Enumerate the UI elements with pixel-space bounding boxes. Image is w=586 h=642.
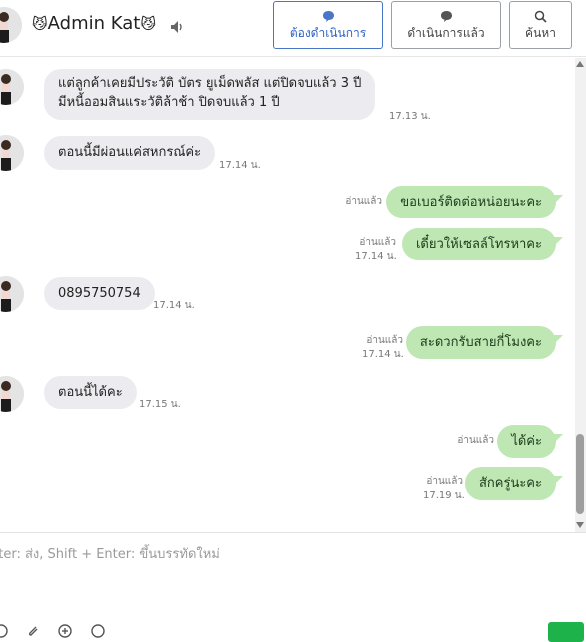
search-label: ค้นหา bbox=[525, 26, 556, 40]
paperclip-icon[interactable] bbox=[26, 623, 40, 642]
message-time: 17.14 น. bbox=[355, 251, 397, 262]
message-time: 17.14 น. bbox=[362, 349, 404, 360]
message-text-line-1: แต่ลูกค้าเคยมีประวัติ บัตร ยูเม็ดพลัส แต… bbox=[58, 76, 362, 91]
scroll-down-arrow-icon[interactable] bbox=[576, 522, 584, 528]
message-time: 17.15 น. bbox=[139, 399, 181, 410]
contact-avatar[interactable] bbox=[0, 7, 22, 43]
message-text-line-2: มีหนี้ออมสินแระวัติล้าช้า ปิดจบแล้ว 1 ปี bbox=[58, 95, 280, 110]
sender-avatar[interactable] bbox=[0, 376, 24, 412]
done-button[interactable]: ดำเนินการแล้ว bbox=[391, 1, 501, 49]
outgoing-message[interactable]: ได้ค่ะ bbox=[497, 425, 563, 458]
sticker-icon[interactable] bbox=[91, 623, 105, 642]
needs-action-button[interactable]: ต้องดำเนินการ bbox=[273, 1, 383, 49]
read-receipt: อ่านแล้ว bbox=[345, 196, 382, 207]
incoming-message[interactable]: 0895750754 bbox=[44, 277, 155, 310]
message-input[interactable]: nter: ส่ง, Shift + Enter: ขึ้นบรรทัดใหม่ bbox=[0, 543, 220, 564]
done-label: ดำเนินการแล้ว bbox=[407, 26, 485, 40]
message-time: 17.19 น. bbox=[423, 490, 465, 501]
message-time: 17.14 น. bbox=[153, 300, 195, 311]
messages-scrollbar[interactable] bbox=[575, 58, 586, 532]
speech-bubble-icon bbox=[392, 10, 500, 23]
message-time: 17.14 น. bbox=[219, 160, 261, 171]
scrollbar-thumb[interactable] bbox=[576, 434, 584, 514]
cat-emoji-right: 😼 bbox=[140, 15, 156, 33]
sender-avatar[interactable] bbox=[0, 69, 24, 105]
scroll-up-arrow-icon[interactable] bbox=[576, 61, 584, 67]
outgoing-message[interactable]: สักครู่นะคะ bbox=[464, 467, 564, 500]
search-button[interactable]: ค้นหา bbox=[509, 1, 572, 49]
message-time: 17.13 น. bbox=[389, 111, 431, 122]
speaker-icon[interactable] bbox=[171, 18, 185, 37]
incoming-message[interactable]: ตอนนี้ได้คะ bbox=[44, 376, 137, 409]
message-composer: nter: ส่ง, Shift + Enter: ขึ้นบรรทัดใหม่ bbox=[0, 532, 586, 642]
outgoing-message[interactable]: สะดวกรับสายกี่โมงคะ bbox=[405, 326, 564, 359]
sender-avatar[interactable] bbox=[0, 135, 24, 171]
add-circle-icon[interactable] bbox=[58, 623, 72, 642]
outgoing-message[interactable]: เดี๋ยวให้เซลล์โทรหาคะ bbox=[401, 228, 564, 260]
read-receipt: อ่านแล้ว bbox=[359, 237, 396, 248]
read-receipt: อ่านแล้ว bbox=[426, 476, 463, 487]
contact-name: 😼Admin Kat😼 bbox=[32, 13, 156, 34]
incoming-message[interactable]: ตอนนี้มีผ่อนแค่สหกรณ์ค่ะ bbox=[44, 136, 216, 170]
needs-action-label: ต้องดำเนินการ bbox=[289, 26, 367, 40]
contact-name-text: Admin Kat bbox=[47, 13, 141, 34]
cat-emoji-left: 😼 bbox=[32, 15, 48, 33]
outgoing-message[interactable]: ขอเบอร์ติดต่อหน่อยนะคะ bbox=[386, 186, 563, 218]
emoji-icon[interactable] bbox=[0, 623, 8, 642]
search-icon bbox=[510, 10, 571, 23]
incoming-message[interactable]: แต่ลูกค้าเคยมีประวัติ บัตร ยูเม็ดพลัส แต… bbox=[44, 69, 376, 120]
send-button[interactable] bbox=[548, 622, 584, 642]
speech-bubble-icon bbox=[274, 10, 382, 23]
read-receipt: อ่านแล้ว bbox=[457, 435, 494, 446]
chat-header: 😼Admin Kat😼 ต้องดำเนินการ ดำเนินการแล้ว … bbox=[0, 0, 586, 57]
sender-avatar[interactable] bbox=[0, 276, 24, 312]
read-receipt: อ่านแล้ว bbox=[366, 335, 403, 346]
